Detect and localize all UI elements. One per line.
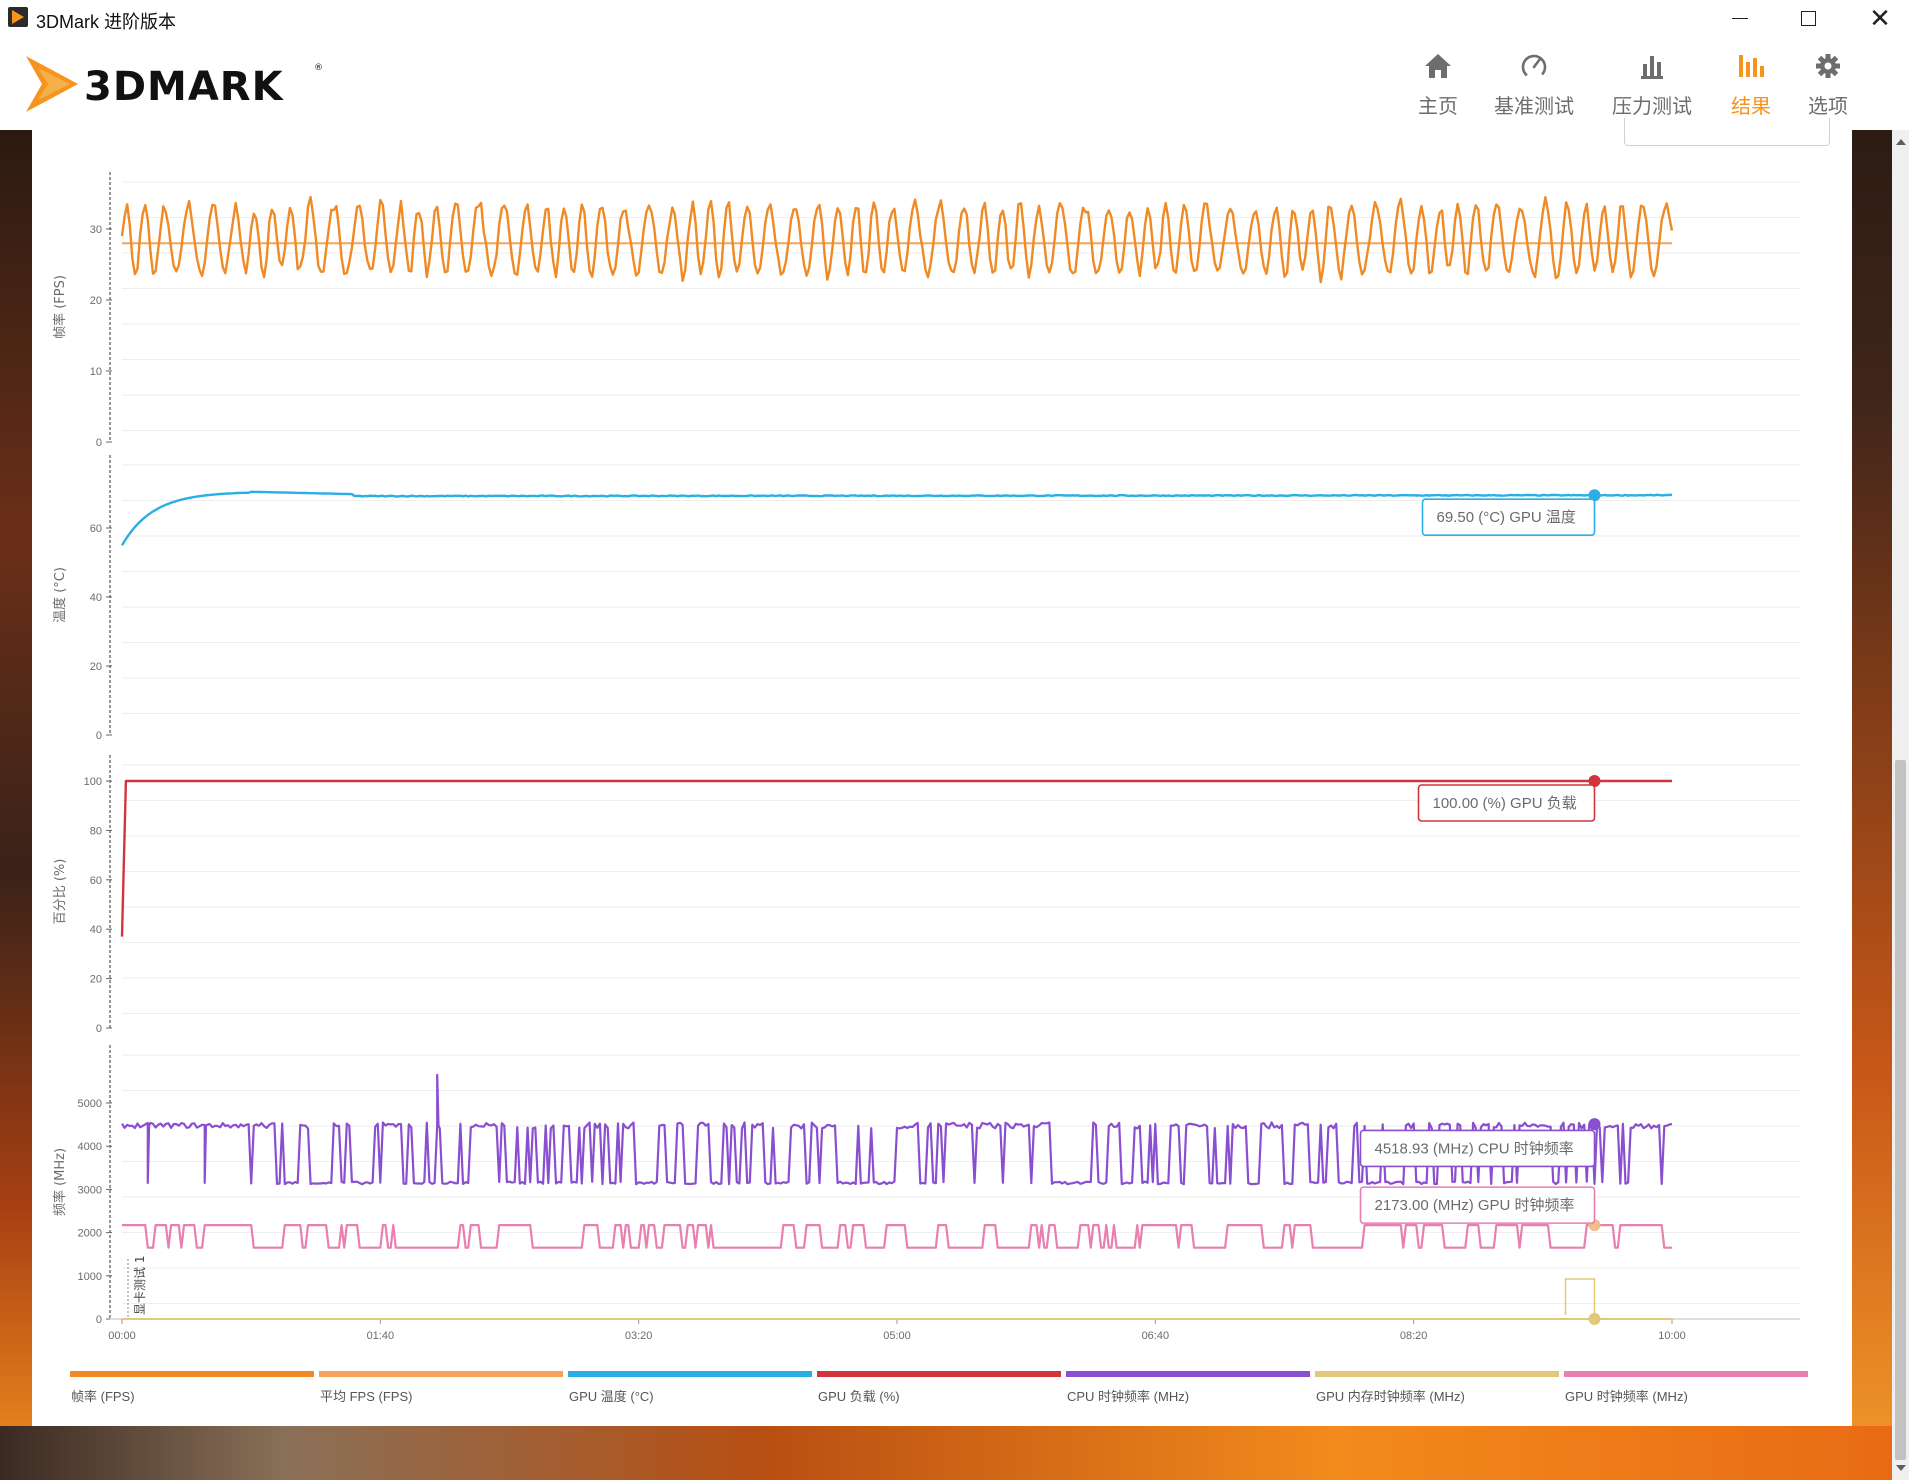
tooltip-label: 69.50 (°C) GPU 温度 [1437, 509, 1576, 526]
legend-label: GPU 内存时钟频率 (MHz) [1316, 1389, 1465, 1404]
bar-chart-icon [1636, 50, 1668, 82]
x-tick-label: 06:40 [1142, 1330, 1170, 1342]
y-tick-label: 30 [90, 224, 102, 236]
scroll-up-arrow-icon[interactable] [1892, 134, 1909, 150]
legend-swatch [568, 1371, 812, 1377]
x-tick-label: 00:00 [108, 1330, 136, 1342]
minimize-button[interactable] [1705, 0, 1775, 36]
tooltip-label: 2173.00 (MHz) GPU 时钟频率 [1375, 1197, 1575, 1214]
results-icon [1735, 50, 1767, 82]
y-tick-label: 60 [90, 523, 102, 535]
y-axis-label: 百分比 (%) [53, 859, 68, 925]
x-tick-label: 05:00 [883, 1330, 911, 1342]
tooltip-label: 100.00 (%) GPU 负载 [1433, 795, 1577, 812]
selection-bracket [1564, 1278, 1596, 1315]
nav-results[interactable]: 结果 [1731, 50, 1771, 124]
scrollbar-thumb[interactable] [1895, 760, 1906, 1460]
y-tick-label: 2000 [78, 1228, 102, 1240]
y-tick-label: 100 [84, 776, 102, 788]
legend-label: 平均 FPS (FPS) [320, 1389, 412, 1404]
background-artwork-bottom [0, 1426, 1909, 1480]
nav-stress-tests[interactable]: 压力测试 [1612, 50, 1692, 124]
legend-label: GPU 负载 (%) [818, 1389, 900, 1404]
y-tick-label: 4000 [78, 1141, 102, 1153]
background-artwork-right [1852, 130, 1892, 1480]
legend-label: GPU 时钟频率 (MHz) [1565, 1389, 1688, 1404]
y-tick-label: 40 [90, 592, 102, 604]
svg-text:®: ® [314, 63, 323, 73]
monitoring-chart: 0 10 20 30 帧率 (FPS) 0 20 40 60 温度 (°C) 0 20 40 60 80 10… [52, 172, 1808, 1404]
gear-icon [1812, 50, 1844, 82]
y-tick-label: 20 [90, 661, 102, 673]
y-tick-label: 40 [90, 924, 102, 936]
nav-label-results: 结果 [1731, 96, 1771, 118]
gauge-icon [1518, 50, 1550, 82]
background-artwork-left [0, 130, 32, 1480]
legend-label: GPU 温度 (°C) [569, 1389, 654, 1404]
window-titlebar: 3DMark 进阶版本 ✕ [0, 0, 1909, 36]
y-tick-label: 20 [90, 295, 102, 307]
maximize-button[interactable] [1773, 0, 1843, 36]
close-button[interactable]: ✕ [1845, 0, 1909, 36]
monitoring-chart-panel: 0 10 20 30 帧率 (FPS) 0 20 40 60 温度 (°C) 0 20 40 60 80 10… [32, 118, 1852, 1426]
legend-swatch [1315, 1371, 1559, 1377]
x-tick-label: 08:20 [1400, 1330, 1428, 1342]
nav-benchmarks[interactable]: 基准测试 [1494, 50, 1574, 124]
y-tick-label: 0 [96, 730, 102, 742]
y-axis-label: 频率 (MHz) [52, 1148, 68, 1216]
test-marker-label: 显卡测试 1 [132, 1256, 147, 1315]
gpu-memory-clock-hover-dot [1588, 1313, 1601, 1325]
y-tick-label: 0 [96, 1023, 102, 1035]
legend-label: CPU 时钟频率 (MHz) [1067, 1389, 1189, 1404]
vertical-scrollbar[interactable] [1892, 130, 1909, 1480]
x-tick-label: 10:00 [1658, 1330, 1686, 1342]
fps-series-line [120, 195, 1674, 284]
y-tick-label: 5000 [78, 1098, 102, 1110]
legend-swatch [1066, 1371, 1310, 1377]
x-tick-label: 01:40 [367, 1330, 395, 1342]
nav-label-options: 选项 [1808, 96, 1848, 118]
window-title: 3DMark 进阶版本 [36, 12, 177, 32]
minimize-icon [1732, 17, 1748, 19]
nav-label-stress-tests: 压力测试 [1612, 96, 1692, 118]
cpu-clock-hover-dot [1588, 1118, 1601, 1131]
top-navigation: 3DMARK ® 主页 基准测试 压力测试 结果 选项 [0, 36, 1909, 130]
legend-swatch [319, 1371, 563, 1377]
y-tick-label: 20 [90, 974, 102, 986]
nav-options[interactable]: 选项 [1808, 50, 1848, 124]
y-tick-label: 80 [90, 825, 102, 837]
svg-text:3DMARK: 3DMARK [84, 64, 285, 110]
legend-swatch [817, 1371, 1061, 1377]
legend-swatch [70, 1371, 314, 1377]
close-icon: ✕ [1869, 2, 1891, 33]
gpu-clock-series-line [122, 1224, 1672, 1249]
legend-swatch [1564, 1371, 1808, 1377]
home-icon [1422, 50, 1454, 82]
app-logo-icon [8, 7, 28, 27]
y-tick-label: 60 [90, 875, 102, 887]
maximize-icon [1800, 10, 1816, 26]
y-axis-label: 温度 (°C) [52, 567, 68, 623]
tooltip-label: 4518.93 (MHz) CPU 时钟频率 [1375, 1140, 1574, 1157]
3dmark-logo: 3DMARK ® [26, 56, 323, 112]
y-tick-label: 1000 [78, 1271, 102, 1283]
y-axis-label: 帧率 (FPS) [52, 275, 68, 339]
y-tick-label: 0 [96, 437, 102, 449]
y-tick-label: 3000 [78, 1184, 102, 1196]
y-tick-label: 0 [96, 1314, 102, 1326]
x-tick-label: 03:20 [625, 1330, 653, 1342]
legend-label: 帧率 (FPS) [71, 1389, 135, 1404]
scroll-down-arrow-icon[interactable] [1892, 1460, 1909, 1476]
nav-label-benchmarks: 基准测试 [1494, 96, 1574, 118]
cpu-clock-series-line [121, 1073, 1673, 1186]
nav-home[interactable]: 主页 [1418, 50, 1458, 124]
nav-label-home: 主页 [1418, 96, 1458, 118]
y-tick-label: 10 [90, 366, 102, 378]
